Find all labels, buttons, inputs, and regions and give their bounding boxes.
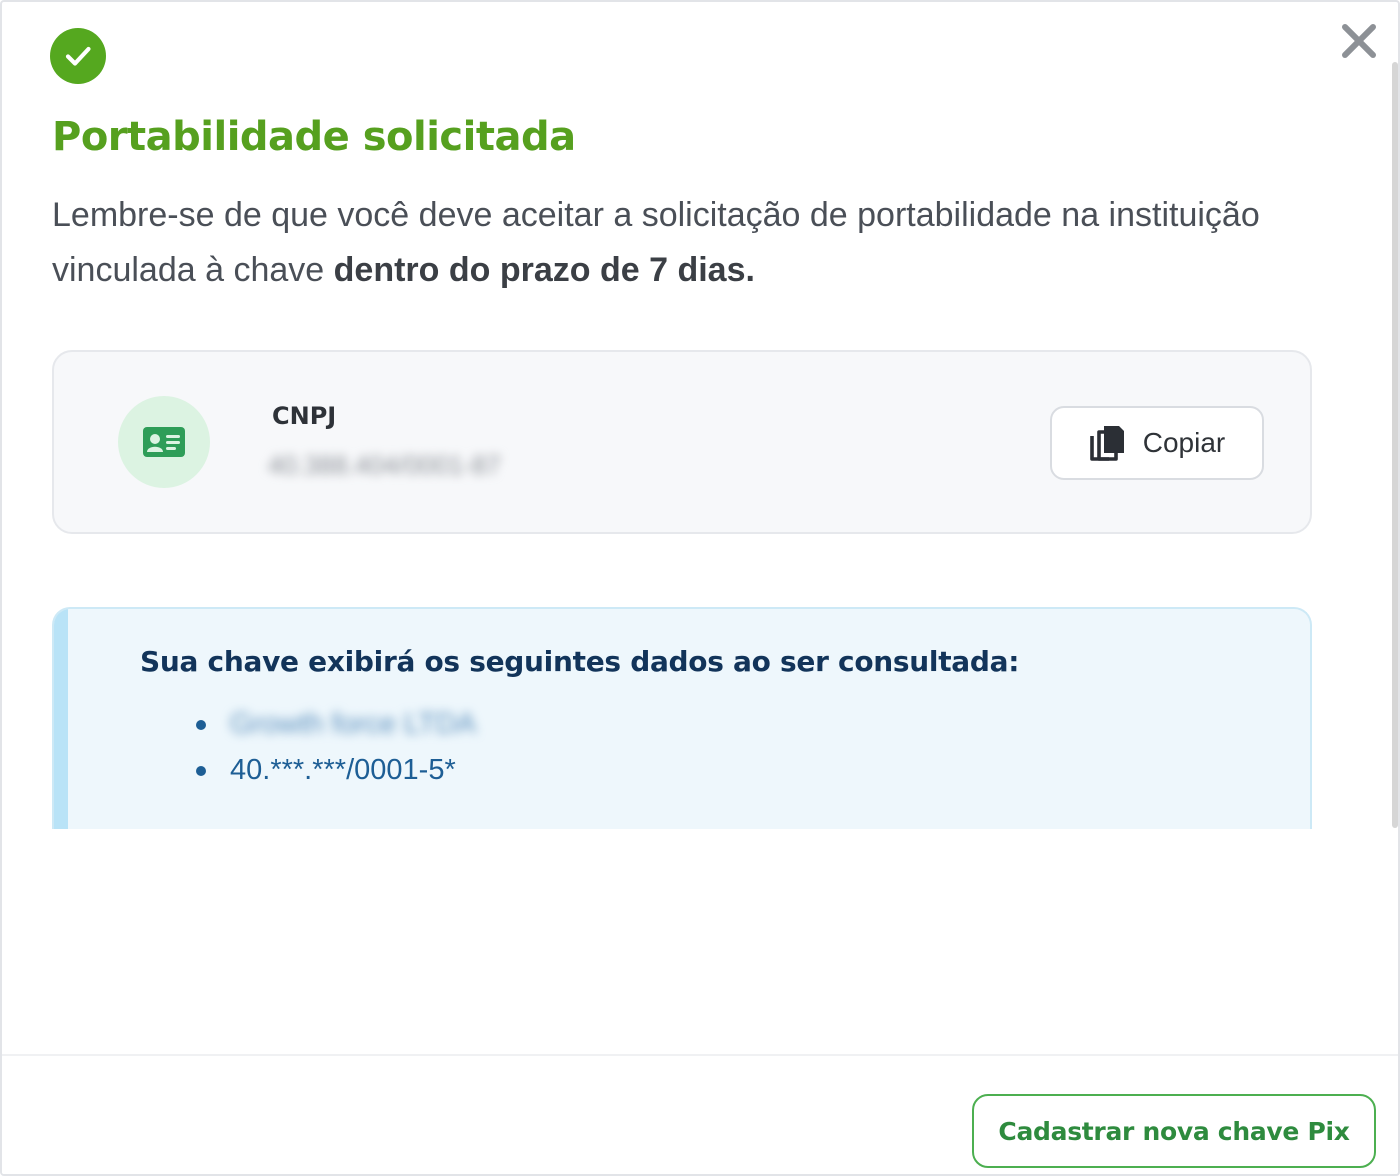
public-data-info-box: Sua chave exibirá os seguintes dados ao … bbox=[52, 607, 1312, 829]
close-button[interactable] bbox=[1336, 18, 1382, 64]
holder-name: Growth force LTDA bbox=[230, 708, 477, 740]
pix-key-card: CNPJ 40.388.404/0001-87 Copiar bbox=[52, 350, 1312, 534]
copy-button-label: Copiar bbox=[1142, 427, 1226, 458]
portability-modal: Portabilidade solicitada Lembre-se de qu… bbox=[0, 0, 1400, 1176]
key-value: 40.388.404/0001-87 bbox=[268, 450, 501, 480]
description-deadline: dentro do prazo de 7 dias. bbox=[333, 251, 755, 289]
list-item: Growth force LTDA bbox=[196, 701, 476, 747]
masked-document: 40.***.***/0001-5* bbox=[230, 754, 456, 786]
copy-button[interactable]: Copiar bbox=[1050, 406, 1264, 480]
key-avatar bbox=[118, 396, 210, 488]
id-card-icon bbox=[143, 427, 185, 457]
modal-title: Portabilidade solicitada bbox=[52, 114, 576, 160]
modal-footer: Cadastrar nova chave Pix bbox=[2, 1054, 1398, 1174]
info-accent-bar bbox=[54, 609, 68, 829]
check-circle-icon bbox=[50, 28, 106, 84]
list-item: 40.***.***/0001-5* bbox=[196, 747, 476, 793]
info-list: Growth force LTDA 40.***.***/0001-5* bbox=[196, 701, 476, 793]
modal-description: Lembre-se de que você deve aceitar a sol… bbox=[52, 188, 1302, 298]
copy-icon bbox=[1089, 426, 1124, 461]
register-new-pix-key-button[interactable]: Cadastrar nova chave Pix bbox=[972, 1094, 1376, 1168]
key-type-label: CNPJ bbox=[272, 402, 337, 430]
scrollbar[interactable] bbox=[1392, 62, 1398, 828]
close-icon bbox=[1342, 24, 1376, 58]
info-title: Sua chave exibirá os seguintes dados ao … bbox=[140, 645, 1020, 678]
